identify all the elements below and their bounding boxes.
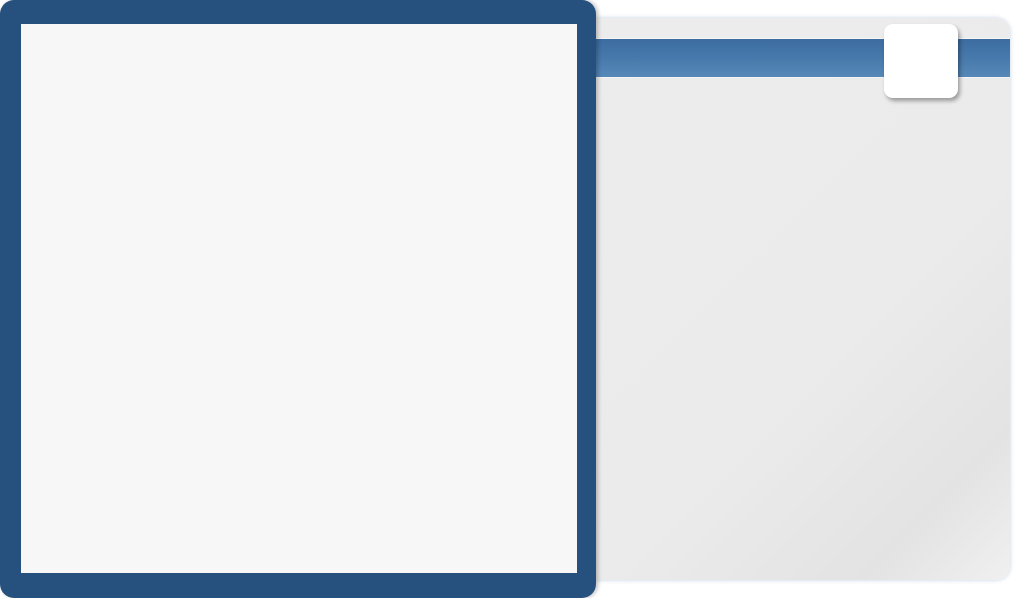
front-panel-frame [0,0,596,598]
front-panel-content [21,24,577,573]
tab-button[interactable] [884,24,958,98]
back-panel [578,18,1010,580]
